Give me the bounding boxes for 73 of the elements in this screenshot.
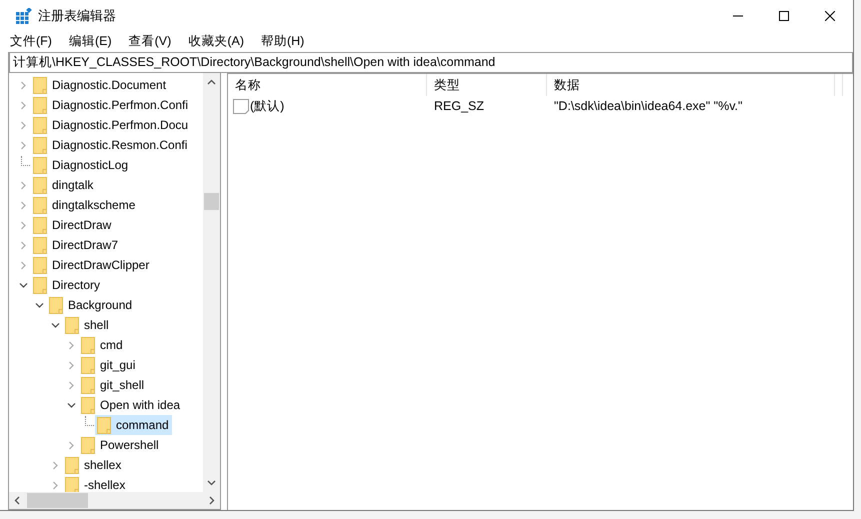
tree-item[interactable]: DirectDraw [31,215,114,235]
tree-item[interactable]: Background [47,295,136,315]
folder-icon [81,376,95,394]
tree-item[interactable]: Diagnostic.Perfmon.Docu [31,115,192,135]
chevron-down-icon[interactable] [18,280,28,290]
chevron-right-icon[interactable] [209,496,215,505]
folder-icon [33,76,47,94]
address-field[interactable]: 计算机\HKEY_CLASSES_ROOT\Directory\Background\shell\Open with idea\command [8,52,853,73]
chevron-down-icon[interactable] [66,400,76,410]
tree-item[interactable]: dingtalkscheme [31,195,138,215]
folder-icon [33,96,47,114]
folder-icon [33,276,47,294]
chevron-up-icon[interactable] [207,79,216,85]
grid-app-icon [16,8,32,24]
column-header[interactable]: 名称 [228,74,427,96]
window-title: 注册表编辑器 [38,6,116,24]
folder-icon [65,316,79,334]
tree-item[interactable]: Directory [31,275,104,295]
tree-item[interactable]: command [95,415,172,435]
folder-icon [65,476,79,492]
chevron-down-icon[interactable] [50,320,60,330]
menu-item[interactable]: 编辑(E) [66,32,114,50]
menu-item[interactable]: 帮助(H) [258,32,306,50]
horizontal-scrollbar[interactable] [9,492,220,509]
scrollbar-thumb[interactable] [204,193,219,210]
tree-item[interactable]: Powershell [79,435,162,455]
tree-item[interactable]: Diagnostic.Resmon.Confi [31,135,190,155]
chevron-down-icon[interactable] [207,480,216,486]
folder-icon [81,396,95,414]
folder-icon [65,456,79,474]
chevron-down-icon[interactable] [34,300,44,310]
folder-icon [33,176,47,194]
tree-item[interactable]: git_gui [79,355,138,375]
folder-icon [97,416,111,434]
folder-icon [33,116,47,134]
maximize-icon [779,10,789,20]
scrollbar-thumb[interactable] [27,493,88,508]
menu-item[interactable]: 查看(V) [126,32,174,50]
folder-icon [33,196,47,214]
folder-icon [33,136,47,154]
tree-item[interactable]: shellex [63,455,124,475]
tree-item[interactable]: DirectDrawClipper [31,255,152,275]
folder-icon [33,216,47,234]
column-header[interactable]: 类型 [427,74,547,96]
tree-item[interactable]: Diagnostic.Perfmon.Confi [31,95,192,115]
folder-icon [81,436,95,454]
close-icon [825,10,835,20]
tree-item[interactable]: DiagnosticLog [31,155,132,175]
tree-item[interactable]: cmd [79,335,126,355]
tree-connector [84,416,94,426]
folder-icon [33,236,47,254]
folder-icon [49,296,63,314]
vertical-scrollbar[interactable] [203,73,220,492]
column-header[interactable]: 数据 [547,74,835,96]
folder-icon [81,356,95,374]
string-value-icon [233,98,249,114]
tree-item[interactable]: dingtalk [31,175,96,195]
value-name[interactable]: (默认) [250,98,284,114]
menu-item[interactable]: 文件(F) [8,32,54,50]
tree-item[interactable]: Open with idea [79,395,184,415]
chevron-left-icon[interactable] [14,496,20,505]
tree-item[interactable]: shell [63,315,112,335]
folder-icon [33,256,47,274]
menu-item[interactable]: 收藏夹(A) [186,32,246,50]
tree-connector [20,156,30,166]
folder-icon [33,156,47,174]
value-type: REG_SZ [433,99,486,113]
tree-item[interactable]: DirectDraw7 [31,235,122,255]
tree-item[interactable]: git_shell [79,375,148,395]
folder-icon [81,336,95,354]
value-data: "D:\sdk\idea\bin\idea64.exe" "%v." [553,99,742,113]
tree-item[interactable]: Diagnostic.Document [31,75,170,95]
tree-item[interactable]: -shellex [63,475,128,492]
